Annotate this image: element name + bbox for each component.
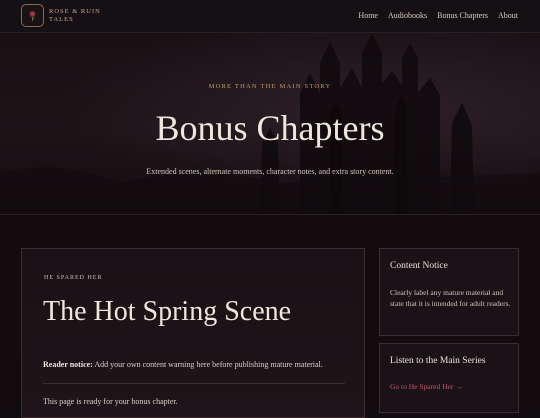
nav-home[interactable]: Home <box>358 11 378 20</box>
site-logo[interactable] <box>21 4 44 27</box>
listen-panel: Listen to the Main Series Go to He Spare… <box>379 343 519 413</box>
reader-notice: Reader notice: Add your own content warn… <box>43 360 353 369</box>
page-title: Bonus Chapters <box>155 108 385 148</box>
brand-line-2: TALES <box>49 16 74 23</box>
rose-icon <box>29 11 36 21</box>
brand-name[interactable]: ROSE & RUIN TALES <box>49 8 101 24</box>
card-eyebrow: HE SPARED HER <box>44 275 103 281</box>
main-content: HE SPARED HER The Hot Spring Scene Reade… <box>0 215 540 418</box>
reader-notice-text: Add your own content warning here before… <box>92 360 323 369</box>
chapter-title: The Hot Spring Scene <box>43 296 292 327</box>
nav-about[interactable]: About <box>498 11 518 20</box>
card-divider <box>43 383 345 384</box>
main-nav: Home Audiobooks Bonus Chapters About <box>358 11 518 20</box>
hero-eyebrow: MORE THAN THE MAIN STORY <box>208 83 332 90</box>
top-nav-bar: ROSE & RUIN TALES Home Audiobooks Bonus … <box>0 0 540 33</box>
content-notice-text: Clearly label any mature material and st… <box>390 288 511 308</box>
content-notice-panel: Content Notice Clearly label any mature … <box>379 248 519 336</box>
reader-notice-label: Reader notice: <box>43 360 93 369</box>
nav-audiobooks[interactable]: Audiobooks <box>388 11 427 20</box>
content-notice-heading: Content Notice <box>390 261 448 271</box>
nav-bonus-chapters[interactable]: Bonus Chapters <box>437 11 488 20</box>
hero-subtitle: Extended scenes, alternate moments, char… <box>146 167 394 176</box>
go-to-series-link[interactable]: Go to He Spared Her → <box>390 382 463 391</box>
listen-heading: Listen to the Main Series <box>390 356 486 366</box>
brand-line-1: ROSE & RUIN <box>49 8 101 15</box>
bonus-chapter-card: HE SPARED HER The Hot Spring Scene Reade… <box>21 248 365 418</box>
hero-section: MORE THAN THE MAIN STORY Bonus Chapters … <box>0 33 540 215</box>
